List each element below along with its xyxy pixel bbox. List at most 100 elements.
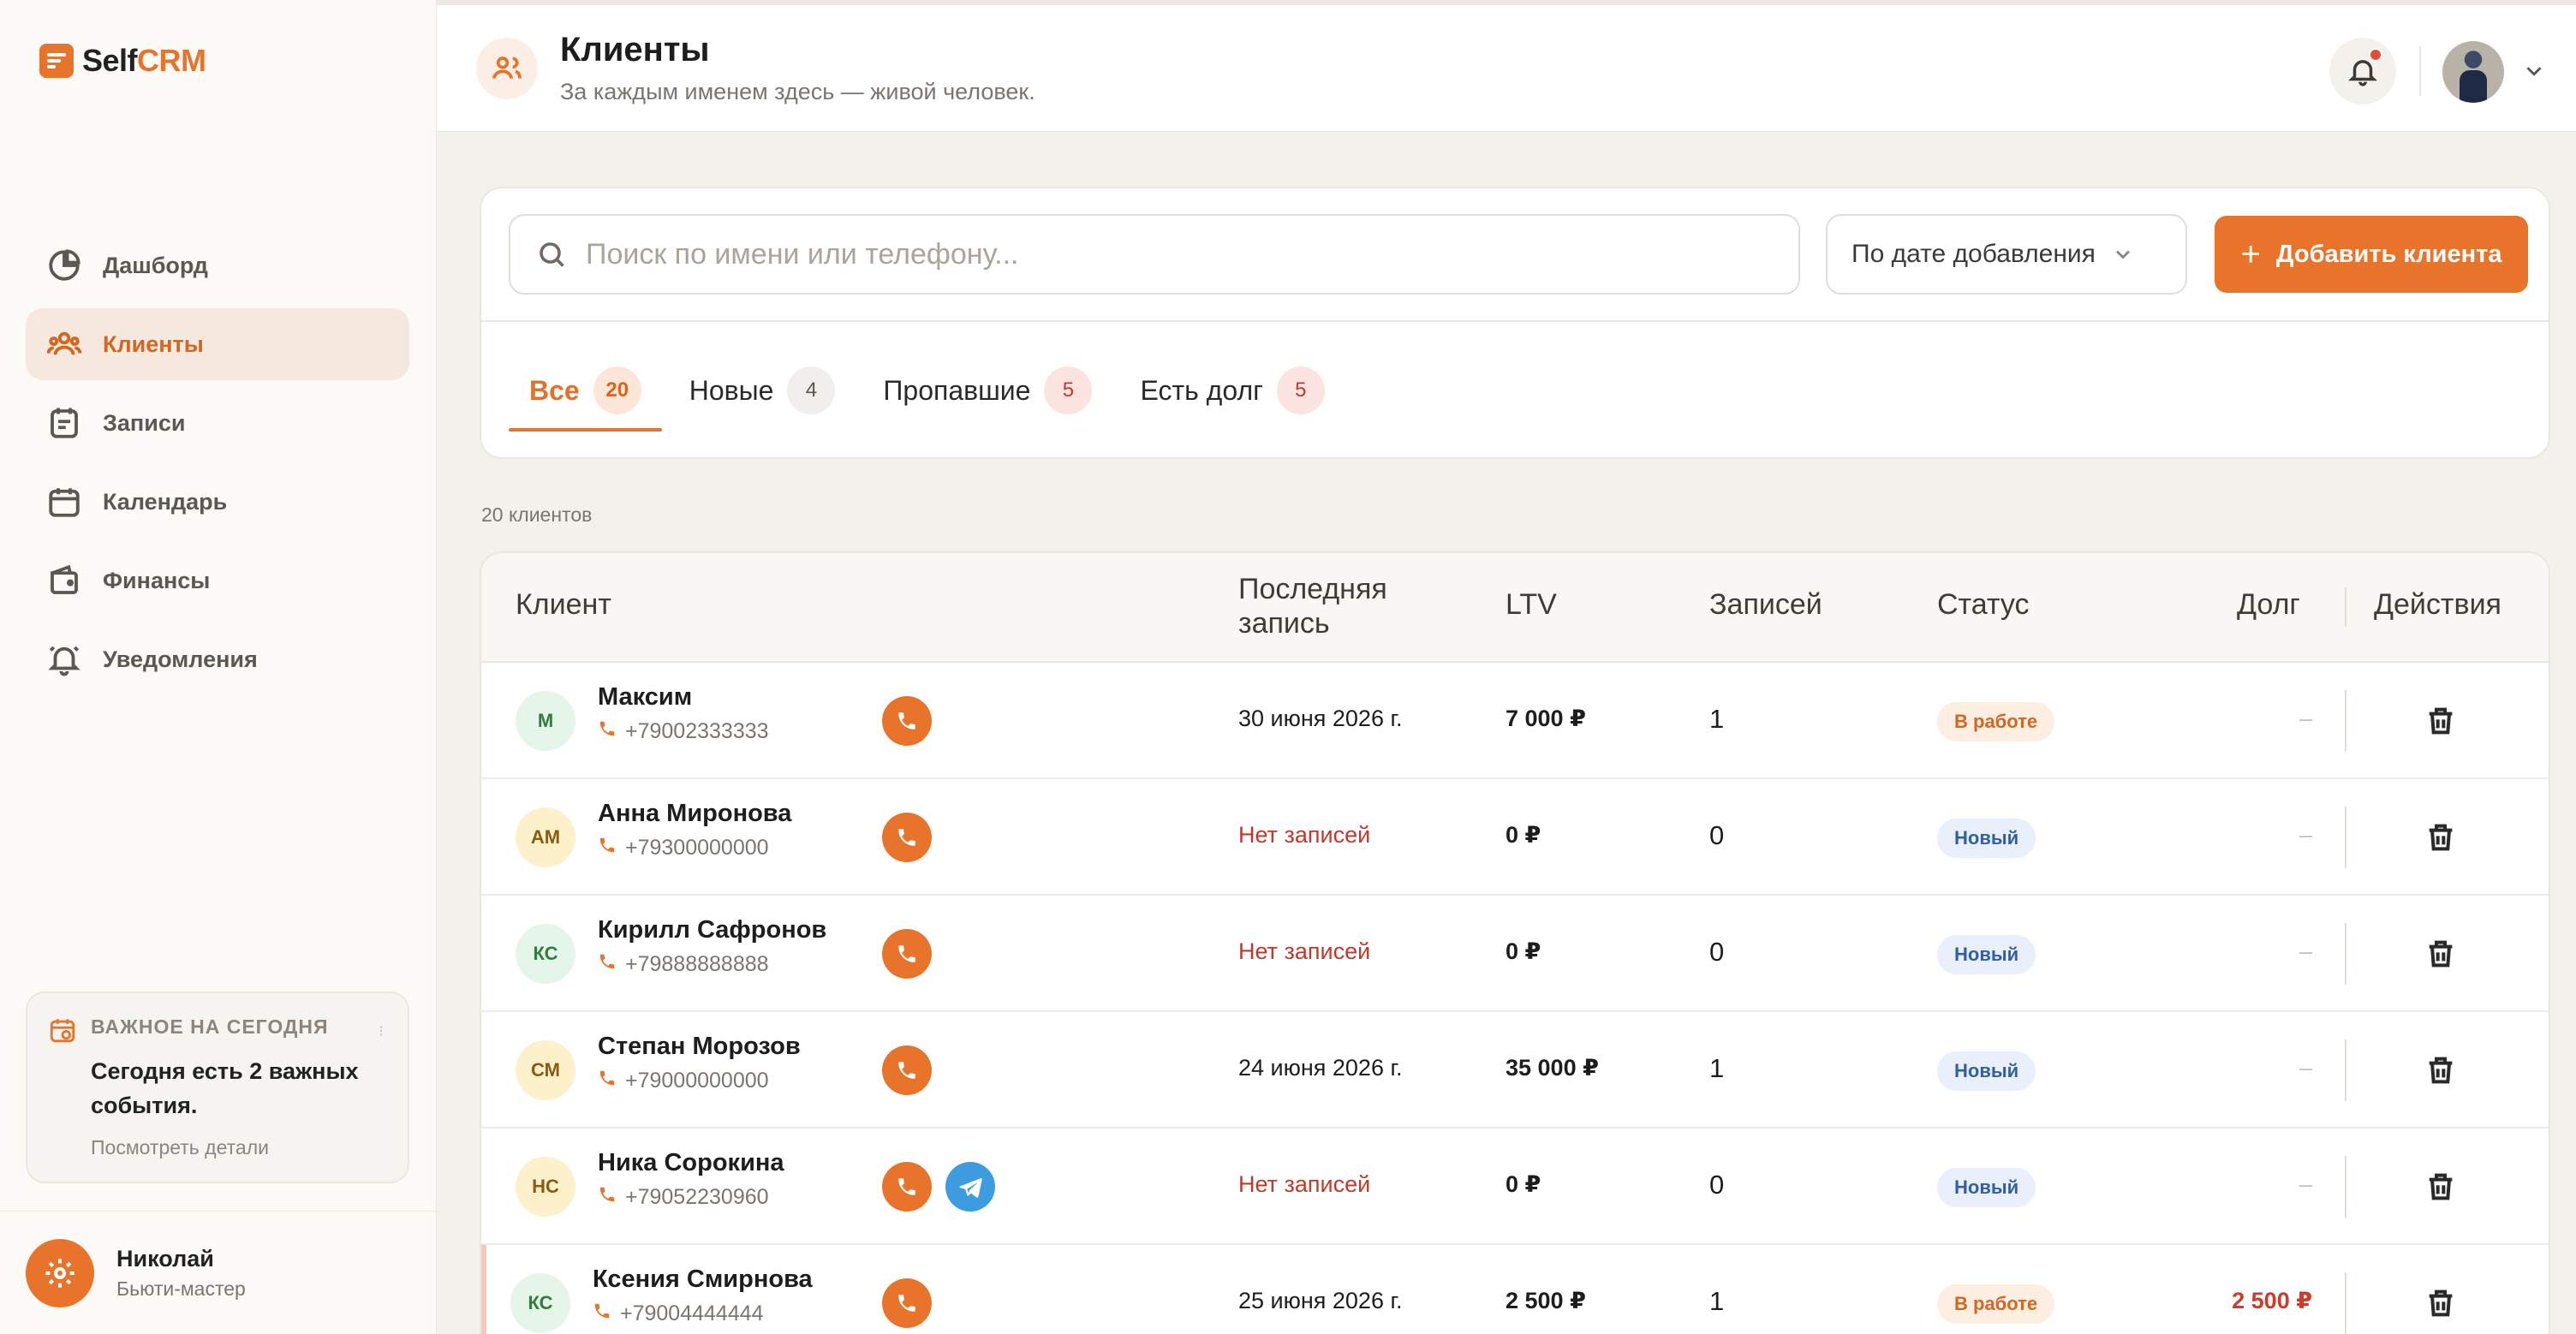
sidebar-item-finance[interactable]: Финансы: [26, 545, 409, 616]
debt-value: 2 500 ₽: [2232, 1288, 2312, 1313]
today-kicker: ВАЖНОЕ НА СЕГОДНЯ: [91, 1015, 329, 1038]
phone-icon: [598, 836, 617, 861]
call-button[interactable]: [882, 1045, 932, 1095]
client-name[interactable]: Ксения Смирнова: [593, 1266, 813, 1294]
call-button[interactable]: [882, 1162, 932, 1212]
phone-icon: [896, 1292, 918, 1314]
sidebar-item-records[interactable]: Записи: [26, 387, 409, 459]
client-avatar: М: [516, 691, 575, 751]
tab-has-debt[interactable]: Есть долг 5: [1119, 322, 1345, 459]
telegram-button[interactable]: [945, 1162, 995, 1212]
client-name[interactable]: Анна Миронова: [598, 800, 791, 828]
delete-button[interactable]: [2424, 820, 2458, 855]
notification-dot: [2369, 48, 2382, 62]
table-row[interactable]: НС Ника Сорокина +79052230960 Нет записей 0 …: [481, 1129, 2549, 1245]
phone-icon: [896, 943, 918, 965]
divider: [2345, 807, 2346, 868]
page-icon: [476, 38, 538, 99]
client-name[interactable]: Кирилл Сафронов: [598, 916, 826, 944]
table-row[interactable]: СМ Степан Морозов +79000000000 24 июня 2026…: [481, 1012, 2549, 1129]
tab-label: Пропавшие: [883, 374, 1031, 406]
sidebar-item-label: Финансы: [103, 567, 211, 593]
phone-icon: [896, 1059, 918, 1081]
visits-count: 1: [1709, 1053, 1725, 1083]
add-client-button[interactable]: + Добавить клиента: [2215, 216, 2528, 293]
call-button[interactable]: [882, 813, 932, 862]
column-header-ltv[interactable]: LTV: [1506, 587, 1557, 622]
drag-handle-icon[interactable]: ⁝: [379, 1022, 384, 1040]
chevron-down-icon[interactable]: [2521, 58, 2547, 84]
brand-logo[interactable]: SelfCRM: [39, 43, 206, 79]
ltv-value: 0 ₽: [1506, 938, 1541, 964]
column-header-last-visit[interactable]: Последняя запись: [1238, 572, 1387, 640]
call-button[interactable]: [882, 929, 932, 979]
delete-button[interactable]: [2424, 1286, 2458, 1320]
visits-count: 0: [1709, 820, 1725, 850]
client-name[interactable]: Максим: [598, 683, 692, 712]
sidebar-item-label: Записи: [103, 409, 186, 436]
call-button[interactable]: [882, 1278, 932, 1328]
client-name[interactable]: Ника Сорокина: [598, 1149, 784, 1177]
sidebar-item-dashboard[interactable]: Дашборд: [26, 229, 409, 301]
table-row[interactable]: АМ Анна Миронова +79300000000 Нет записей 0 …: [481, 779, 2549, 896]
trash-icon: [2424, 1170, 2458, 1204]
table-row[interactable]: М Максим +79002333333 30 июня 2026 г. 7 000 …: [481, 663, 2549, 779]
column-header-visits[interactable]: Записей: [1709, 587, 1822, 622]
topbar: Клиенты За каждым именем здесь — живой ч…: [437, 0, 2576, 132]
trash-icon: [2424, 1286, 2458, 1320]
tab-all[interactable]: Все 20: [509, 322, 662, 459]
delete-button[interactable]: [2424, 1053, 2458, 1087]
phone-icon: [896, 710, 918, 732]
notifications-button[interactable]: [2329, 38, 2396, 104]
search-box[interactable]: [509, 214, 1800, 295]
debt-value: –: [2299, 1055, 2312, 1081]
delete-button[interactable]: [2424, 1170, 2458, 1204]
sidebar-item-clients[interactable]: Клиенты: [26, 308, 409, 380]
tab-count-badge: 5: [1044, 366, 1093, 414]
client-phone-number: +79000000000: [625, 1069, 769, 1093]
visits-count: 0: [1709, 1170, 1725, 1200]
today-important-card[interactable]: ⁝ ВАЖНОЕ НА СЕГОДНЯ Сегодня есть 2 важны…: [26, 992, 409, 1183]
client-name[interactable]: Степан Морозов: [598, 1033, 801, 1061]
tab-lost[interactable]: Пропавшие 5: [862, 322, 1112, 459]
column-header-client[interactable]: Клиент: [516, 587, 611, 622]
sidebar-item-notifications[interactable]: Уведомления: [26, 623, 409, 695]
column-header-debt[interactable]: Долг: [2237, 587, 2300, 622]
page-title: Клиенты: [560, 31, 710, 68]
settings-gear-button[interactable]: [26, 1238, 94, 1307]
client-phone: +79002333333: [598, 719, 769, 744]
user-name: Николай: [116, 1245, 214, 1271]
avatar[interactable]: [2442, 41, 2504, 103]
debt-value: –: [2299, 706, 2312, 731]
sort-select[interactable]: По дате добавления: [1826, 214, 2187, 295]
table-header: Клиент Последняя запись LTV Записей Стат…: [481, 553, 2549, 663]
ltv-value: 0 ₽: [1506, 1171, 1541, 1197]
tab-count-badge: 5: [1276, 366, 1325, 414]
trash-icon: [2424, 820, 2458, 855]
visits-count: 1: [1709, 704, 1725, 734]
table-row[interactable]: КС Кирилл Сафронов +79888888888 Нет записей…: [481, 896, 2549, 1012]
status-badge: Новый: [1937, 819, 2036, 858]
column-header-status[interactable]: Статус: [1937, 587, 2029, 622]
search-input[interactable]: [586, 237, 1768, 271]
divider: [2345, 1039, 2346, 1101]
table-row[interactable]: КС Ксения Смирнова +79004444444 25 июня 202…: [481, 1245, 2549, 1334]
divider: [2345, 1156, 2346, 1218]
last-visit: 24 июня 2026 г.: [1238, 1055, 1403, 1081]
delete-button[interactable]: [2424, 704, 2458, 738]
notes-icon: [51, 408, 78, 438]
phone-icon: [896, 826, 918, 849]
sidebar-item-calendar[interactable]: Календарь: [26, 466, 409, 538]
call-button[interactable]: [882, 696, 932, 746]
user-block[interactable]: Николай Бьюти-мастер: [0, 1211, 437, 1334]
trash-icon: [2424, 937, 2458, 971]
users-icon: [492, 57, 522, 79]
chevron-down-icon: [2115, 250, 2130, 259]
tab-new[interactable]: Новые 4: [669, 322, 856, 459]
page-subtitle: За каждым именем здесь — живой человек.: [560, 79, 1035, 104]
clients-table: Клиент Последняя запись LTV Записей Стат…: [480, 551, 2550, 1334]
client-avatar: АМ: [516, 807, 575, 867]
delete-button[interactable]: [2424, 937, 2458, 971]
today-details-link[interactable]: Посмотреть детали: [91, 1136, 384, 1159]
today-title: Сегодня есть 2 важных события.: [91, 1058, 359, 1118]
